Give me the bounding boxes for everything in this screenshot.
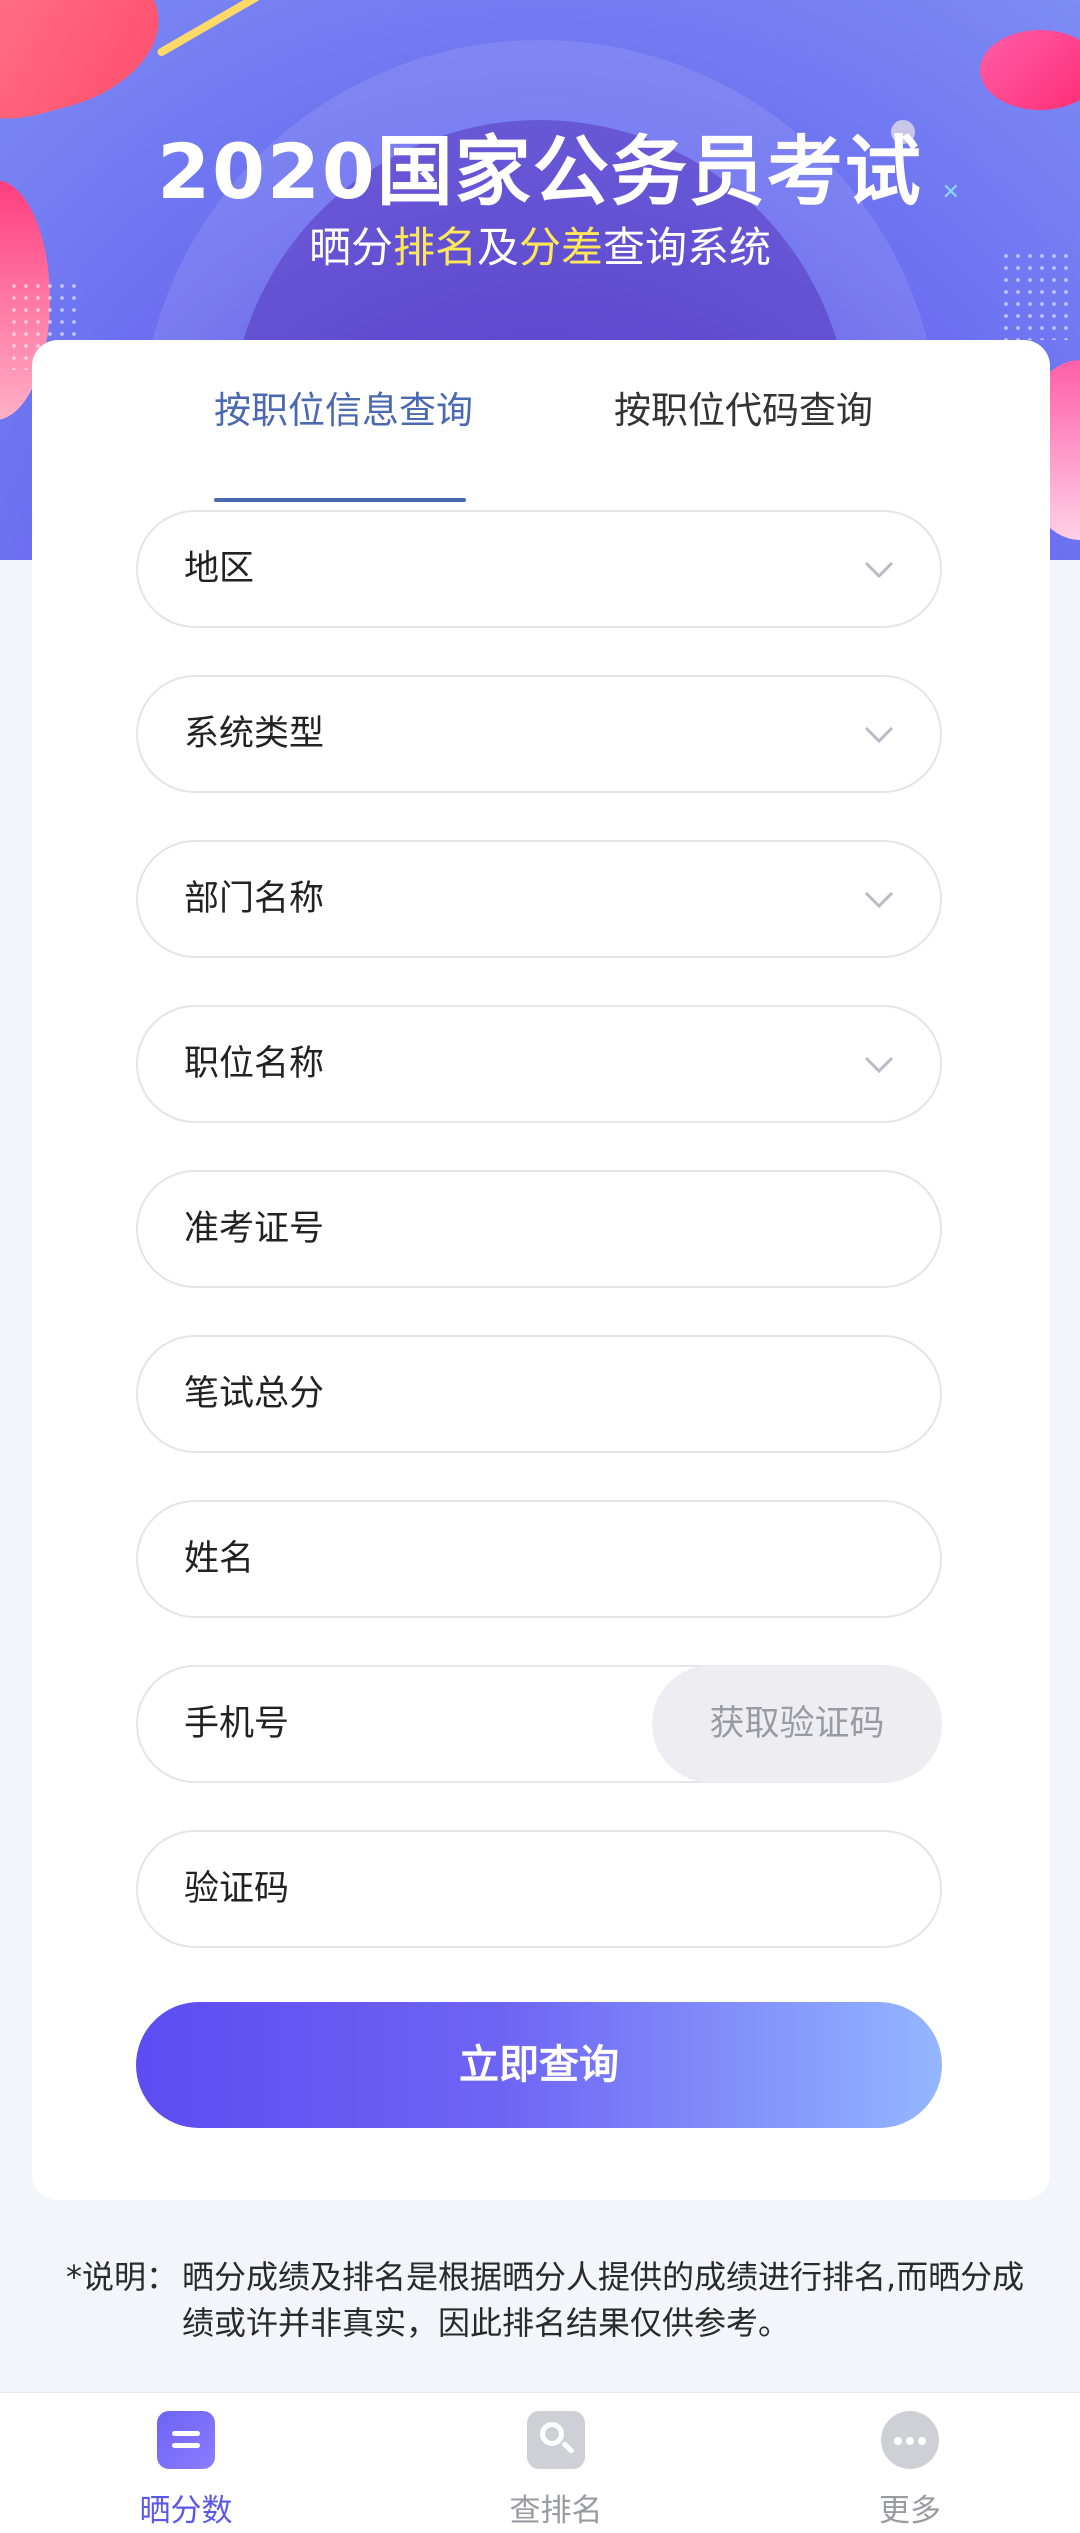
tab-bar-label: 更多	[879, 2493, 941, 2529]
name-input[interactable]: 姓名	[136, 1500, 942, 1618]
name-placeholder: 姓名	[184, 1539, 255, 1579]
exam-id-input[interactable]: 准考证号	[136, 1170, 942, 1288]
position-label: 职位名称	[184, 1044, 325, 1084]
bottom-tab-bar: 晒分数 查排名 更多	[0, 2392, 1080, 2533]
written-score-placeholder: 笔试总分	[184, 1374, 325, 1414]
get-code-button[interactable]: 获取验证码	[652, 1665, 942, 1783]
chevron-down-icon	[864, 891, 894, 909]
page-title: 2020国家公务员考试	[157, 127, 923, 216]
region-label: 地区	[184, 549, 255, 589]
position-select[interactable]: 职位名称	[136, 1005, 942, 1123]
query-form-card: 按职位信息查询 按职位代码查询 地区 系统类型 部门名称 职位名称 准考证号 笔…	[32, 340, 1050, 2200]
chevron-down-icon	[864, 726, 894, 744]
submit-query-button[interactable]: 立即查询	[136, 2002, 942, 2128]
list-icon	[157, 2411, 215, 2469]
note-text: 晒分成绩及排名是根据晒分人提供的成绩进行排名,而晒分成绩或许并非真实，因此排名结…	[182, 2258, 1025, 2342]
region-select[interactable]: 地区	[136, 510, 942, 628]
tab-by-position-code[interactable]: 按职位代码查询	[614, 380, 873, 434]
search-icon	[527, 2411, 585, 2469]
system-type-label: 系统类型	[184, 714, 325, 754]
more-icon	[881, 2411, 939, 2469]
tab-active-indicator	[214, 498, 466, 502]
chevron-down-icon	[864, 561, 894, 579]
department-select[interactable]: 部门名称	[136, 840, 942, 958]
decor-blob	[980, 30, 1080, 110]
verification-code-input[interactable]: 验证码	[136, 1830, 942, 1948]
phone-input[interactable]: 手机号 获取验证码	[136, 1665, 942, 1783]
subtitle-text: 查询系统	[603, 223, 772, 272]
exam-id-placeholder: 准考证号	[184, 1209, 325, 1249]
query-tabs: 按职位信息查询 按职位代码查询	[32, 380, 1050, 502]
subtitle-text: 晒分	[308, 223, 393, 272]
page-subtitle: 晒分排名及分差查询系统	[0, 214, 1080, 275]
department-label: 部门名称	[184, 879, 325, 919]
system-type-select[interactable]: 系统类型	[136, 675, 942, 793]
tab-by-position-info[interactable]: 按职位信息查询	[214, 380, 473, 434]
phone-placeholder: 手机号	[184, 1704, 290, 1744]
tab-bar-label: 晒分数	[139, 2493, 233, 2529]
note-prefix: *说明：	[66, 2258, 179, 2296]
tab-bar-item-more[interactable]: 更多	[820, 2411, 1000, 2530]
subtitle-highlight: 分差	[519, 223, 604, 272]
verification-code-placeholder: 验证码	[184, 1869, 290, 1909]
chevron-down-icon	[864, 1056, 894, 1074]
decor-stripe	[156, 0, 264, 58]
tab-bar-label: 查排名	[509, 2493, 603, 2529]
subtitle-highlight: 排名	[392, 223, 477, 272]
tab-bar-item-share-score[interactable]: 晒分数	[96, 2411, 276, 2530]
written-score-input[interactable]: 笔试总分	[136, 1335, 942, 1453]
tab-bar-item-check-rank[interactable]: 查排名	[466, 2411, 646, 2530]
subtitle-text: 及	[476, 223, 519, 272]
